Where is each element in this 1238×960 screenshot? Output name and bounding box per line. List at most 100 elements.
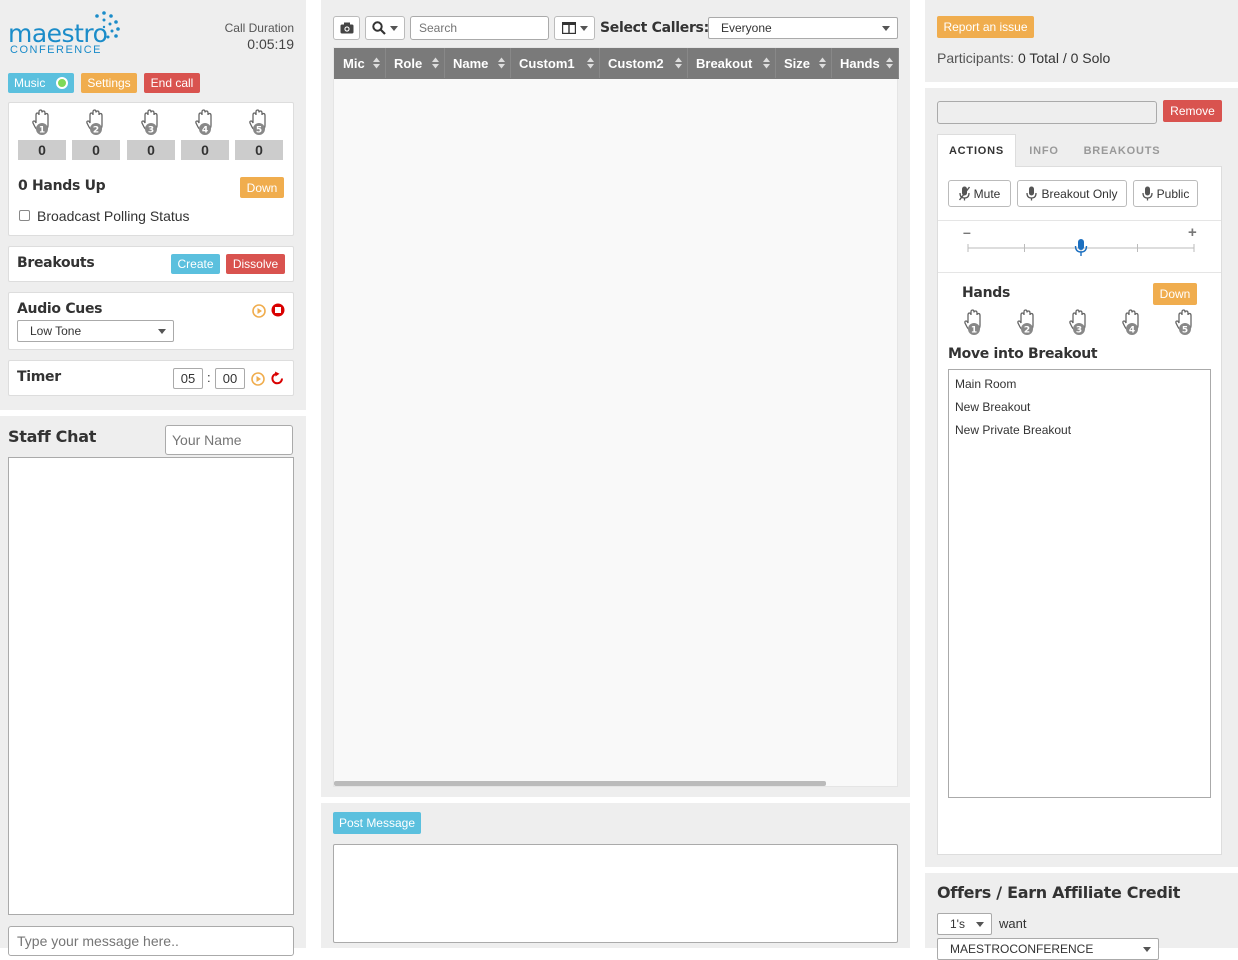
divider	[938, 220, 1221, 221]
chat-message-input[interactable]	[8, 926, 294, 956]
column-header[interactable]: Custom1	[511, 48, 600, 78]
sort-icon	[819, 57, 826, 69]
mute-button[interactable]: Mute	[948, 180, 1011, 207]
select-callers-value: Everyone	[721, 21, 772, 35]
sort-icon	[587, 57, 594, 69]
timer-play-icon[interactable]	[251, 372, 265, 386]
offers-select[interactable]: 1's	[937, 913, 992, 935]
offers-select-2-value: MAESTROCONFERENCE	[950, 942, 1094, 956]
chevron-down-icon	[579, 25, 588, 31]
columns-button[interactable]	[554, 16, 595, 40]
volume-slider[interactable]	[966, 237, 1196, 261]
audio-cue-select[interactable]: Low Tone	[17, 320, 174, 342]
create-breakout-button[interactable]: Create	[171, 254, 220, 274]
camera-icon	[340, 22, 353, 34]
raised-hand-icon[interactable]: 2	[86, 109, 106, 137]
column-header[interactable]: Size	[776, 48, 832, 78]
hands-down-button[interactable]: Down	[240, 177, 284, 198]
column-header-label: Custom2	[608, 55, 664, 71]
hand-count: 0	[72, 140, 120, 160]
table-header: Mic Role Name Custom1 Custom2 Breakout Size Han…	[334, 48, 899, 79]
mute-label: Mute	[973, 186, 1001, 201]
horizontal-scrollbar[interactable]	[334, 781, 826, 786]
timer-seconds-input[interactable]: 00	[215, 368, 245, 389]
call-duration-value: 0:05:19	[247, 36, 294, 52]
offers-title: Offers / Earn Affiliate Credit	[937, 883, 1181, 902]
timer-reset-icon[interactable]	[270, 371, 285, 386]
report-issue-button[interactable]: Report an issue	[937, 16, 1034, 38]
hand-count: 0	[181, 140, 229, 160]
breakout-only-button[interactable]: Breakout Only	[1017, 180, 1127, 207]
participant-field[interactable]	[937, 101, 1157, 124]
play-icon[interactable]	[252, 304, 266, 318]
breakout-only-label: Breakout Only	[1041, 186, 1118, 201]
column-header[interactable]: Hands	[832, 48, 899, 78]
right-hands-down-button[interactable]: Down	[1153, 283, 1197, 305]
raised-hand-icon[interactable]: 1	[32, 109, 52, 137]
breakout-list-item[interactable]: New Breakout	[955, 400, 1030, 414]
tab-breakouts[interactable]: BREAKOUTS	[1072, 134, 1172, 167]
chat-messages-area	[8, 457, 294, 915]
timer-minutes-input[interactable]: 05	[173, 368, 203, 389]
screenshot-button[interactable]	[333, 16, 360, 40]
column-header[interactable]: Mic	[334, 48, 386, 78]
stop-icon[interactable]	[271, 303, 285, 317]
hand-count: 0	[235, 140, 283, 160]
sort-icon	[498, 57, 505, 69]
breakout-list-item[interactable]: New Private Breakout	[955, 423, 1071, 437]
raised-hand-icon[interactable]: 3	[1069, 309, 1089, 337]
chevron-down-icon	[976, 922, 984, 927]
dissolve-breakout-button[interactable]: Dissolve	[226, 254, 285, 274]
column-header[interactable]: Custom2	[600, 48, 688, 78]
raised-hand-icon[interactable]: 2	[1017, 309, 1037, 337]
svg-text:1: 1	[39, 126, 45, 136]
hands-title: Hands	[962, 285, 1010, 301]
raised-hand-icon[interactable]: 3	[141, 109, 161, 137]
post-message-button[interactable]: Post Message	[333, 812, 421, 834]
remove-button[interactable]: Remove	[1163, 100, 1222, 122]
search-input[interactable]	[410, 16, 549, 40]
sort-icon	[763, 57, 770, 69]
svg-text:2: 2	[93, 126, 99, 136]
hands-up-count: 0 Hands Up	[18, 178, 106, 194]
public-button[interactable]: Public	[1133, 180, 1198, 207]
tab-info[interactable]: INFO	[1020, 134, 1068, 167]
search-filter-button[interactable]	[365, 16, 405, 40]
offers-select-2[interactable]: MAESTROCONFERENCE	[937, 938, 1159, 960]
svg-text:4: 4	[1129, 326, 1135, 336]
column-header[interactable]: Role	[386, 48, 445, 78]
column-header-label: Custom1	[519, 55, 575, 71]
participants-label: Participants:	[937, 50, 1015, 66]
select-callers-dropdown[interactable]: Everyone	[708, 17, 898, 39]
raised-hand-icon[interactable]: 4	[1122, 309, 1142, 337]
raised-hand-icon[interactable]: 1	[964, 309, 984, 337]
raised-hand-icon[interactable]: 5	[249, 109, 269, 137]
column-header-label: Hands	[840, 55, 880, 71]
post-message-input[interactable]	[333, 844, 898, 943]
column-header-label: Breakout	[696, 55, 753, 71]
broadcast-checkbox[interactable]	[19, 210, 30, 221]
raised-hand-icon[interactable]: 5	[1175, 309, 1195, 337]
mic-icon	[1026, 186, 1038, 201]
tab-actions[interactable]: ACTIONS	[937, 134, 1016, 167]
column-header-label: Name	[453, 55, 489, 71]
music-button[interactable]: Music	[8, 73, 74, 93]
end-call-button[interactable]: End call	[144, 73, 200, 93]
raised-hand-icon[interactable]: 4	[195, 109, 215, 137]
offers-select-value: 1's	[950, 917, 965, 931]
hand-count: 0	[127, 140, 175, 160]
search-icon	[372, 21, 386, 35]
chevron-down-icon	[390, 25, 398, 31]
audio-cues-title: Audio Cues	[17, 301, 103, 317]
breakout-list-item[interactable]: Main Room	[955, 377, 1016, 391]
svg-text:5: 5	[256, 126, 262, 136]
participants-value: 0 Total / 0 Solo	[1017, 50, 1111, 66]
chevron-down-icon	[158, 329, 166, 334]
chat-name-input[interactable]	[165, 425, 293, 455]
column-header-label: Role	[394, 55, 423, 71]
settings-button[interactable]: Settings	[81, 73, 137, 93]
svg-text:5: 5	[1182, 326, 1188, 336]
svg-text:4: 4	[202, 126, 208, 136]
column-header[interactable]: Name	[445, 48, 511, 78]
column-header[interactable]: Breakout	[688, 48, 776, 78]
